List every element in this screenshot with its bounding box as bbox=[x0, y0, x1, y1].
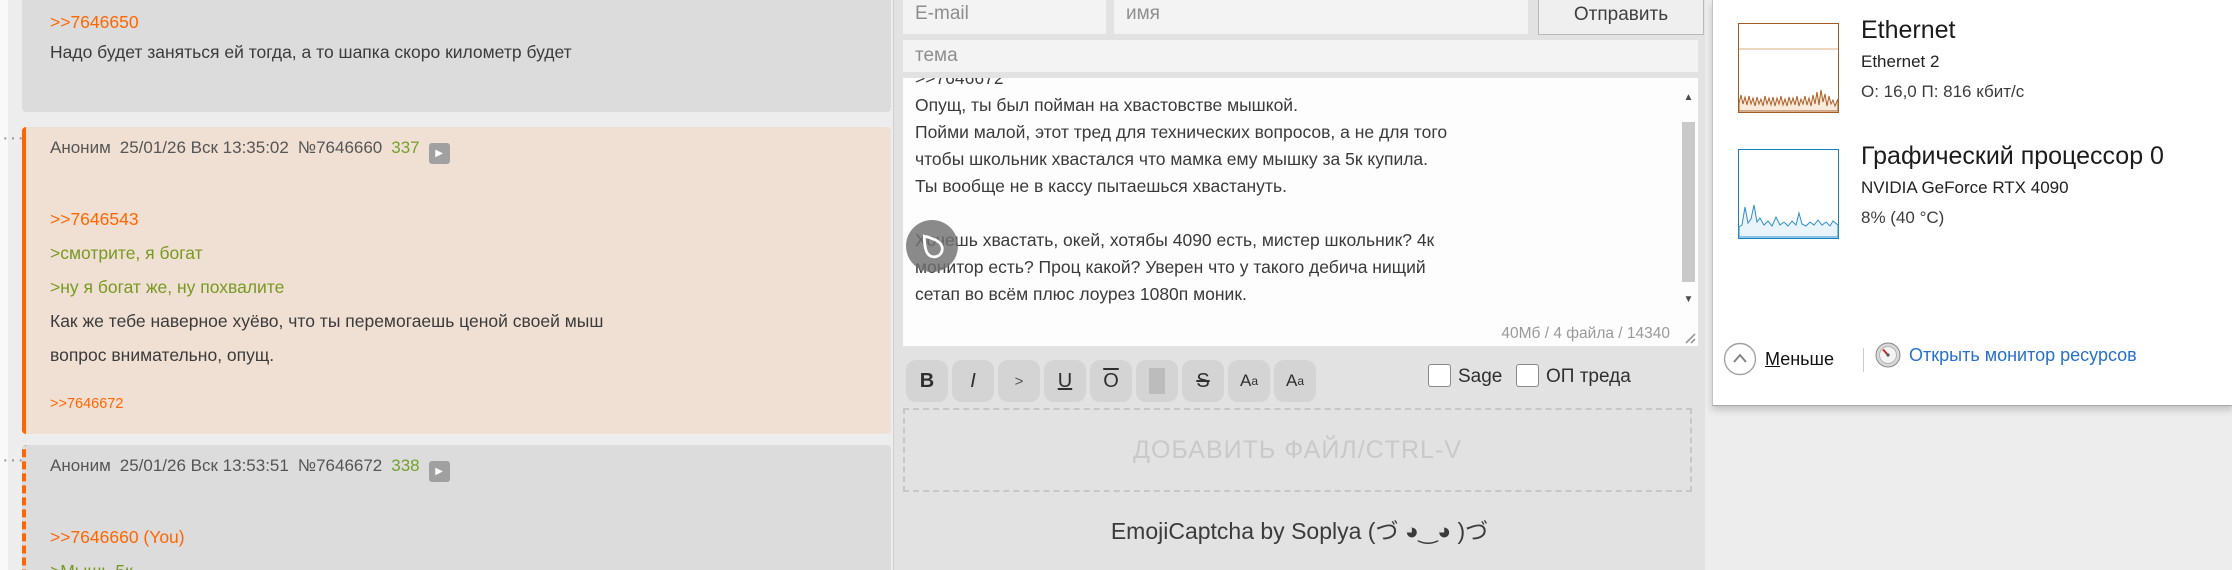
open-resource-monitor-label: Открыть монитор ресурсов bbox=[1909, 344, 2137, 365]
spoiler-block-icon bbox=[1149, 368, 1165, 394]
scrollbar-thumb[interactable] bbox=[1682, 122, 1695, 282]
scroll-up-icon[interactable]: ▲ bbox=[1679, 90, 1698, 106]
op-checkbox[interactable] bbox=[1516, 364, 1539, 387]
quote-button[interactable]: > bbox=[998, 360, 1040, 402]
subject-field[interactable] bbox=[903, 40, 1698, 72]
post-hide-handle-icon[interactable]: ···· bbox=[2, 450, 32, 470]
post-datetime: 25/01/26 Вск 13:53:51 bbox=[119, 456, 289, 475]
less-details-button[interactable]: Меньше bbox=[1723, 342, 1834, 376]
post-author: Аноним bbox=[50, 138, 111, 157]
post-quote-text: >смотрите, я богат bbox=[50, 243, 203, 263]
less-details-label: Меньше bbox=[1765, 348, 1834, 369]
add-file-label: ДОБАВИТЬ ФАЙЛ/CTRL-V bbox=[1133, 435, 1462, 464]
post-header: Аноним 25/01/26 Вск 13:53:51 №7646672 338 ▶ bbox=[50, 456, 891, 482]
strikethrough-button[interactable]: S bbox=[1182, 360, 1224, 402]
resize-handle-icon[interactable] bbox=[1680, 328, 1696, 344]
comment-textarea[interactable]: >>7646672 Опущ, ты был пойман на хвастов… bbox=[903, 78, 1698, 346]
post-body: >>7646543 >смотрите, я богат >ну я богат… bbox=[50, 202, 891, 412]
post-ordinal: 337 bbox=[391, 138, 420, 157]
scroll-down-icon[interactable]: ▼ bbox=[1679, 292, 1698, 308]
post-body: >>7646660 (You) >Мышь 5к bbox=[50, 520, 891, 570]
gpu-title: Графический процессор 0 bbox=[1861, 142, 2164, 170]
comment-text: >>7646672 Опущ, ты был пойман на хвастов… bbox=[915, 78, 1448, 304]
post-number[interactable]: №7646672 bbox=[298, 456, 382, 475]
gpu-stats: 8% (40 °C) bbox=[1861, 208, 1945, 227]
ethernet-graph bbox=[1738, 23, 1839, 113]
post-body-text: Как же тебе наверное хуёво, что ты перем… bbox=[50, 311, 604, 331]
post-body-text: Надо будет заняться ей тогда, а то шапка… bbox=[50, 42, 572, 62]
quick-reply-form: Отправить >>7646672 Опущ, ты был пойман … bbox=[893, 0, 1705, 570]
ethernet-title: Ethernet bbox=[1861, 16, 1956, 44]
subscript-button[interactable]: Aa bbox=[1274, 360, 1316, 402]
post-7646672: Аноним 25/01/26 Вск 13:53:51 №7646672 338 ▶ … bbox=[22, 445, 891, 570]
spoiler-button[interactable] bbox=[1136, 360, 1178, 402]
sage-checkbox[interactable] bbox=[1428, 364, 1451, 387]
gpu-subtitle: NVIDIA GeForce RTX 4090 bbox=[1861, 178, 2069, 197]
post-body-text: вопрос внимательно, опущ. bbox=[50, 345, 275, 365]
post-header: Аноним 25/01/26 Вск 13:35:02 №7646660 337 ▶ bbox=[50, 138, 891, 164]
bold-button[interactable]: B bbox=[906, 360, 948, 402]
file-limits-counter: 40Мб / 4 файла / 14340 bbox=[1501, 325, 1670, 342]
superscript-button[interactable]: Aa bbox=[1228, 360, 1270, 402]
post-ordinal: 338 bbox=[391, 456, 420, 475]
post-expand-icon[interactable]: ▶ bbox=[428, 461, 450, 482]
screen: >>7646650 Надо будет заняться ей тогда, … bbox=[0, 0, 2232, 570]
ethernet-subtitle: Ethernet 2 bbox=[1861, 52, 1940, 71]
add-file-dropzone[interactable]: ДОБАВИТЬ ФАЙЛ/CTRL-V bbox=[903, 408, 1692, 492]
op-label: ОП треда bbox=[1546, 366, 1631, 387]
soplya-drop-icon[interactable] bbox=[906, 220, 958, 272]
post-reply-link[interactable]: >>7646650 bbox=[50, 12, 139, 33]
post-hide-handle-icon[interactable]: ···· bbox=[2, 128, 32, 148]
post-7646660: Аноним 25/01/26 Вск 13:35:02 №7646660 337 ▶ … bbox=[22, 127, 891, 434]
post-datetime: 25/01/26 Вск 13:35:02 bbox=[119, 138, 289, 157]
post-number[interactable]: №7646660 bbox=[298, 138, 382, 157]
task-manager-footer: Меньше Открыть монитор ресурсов bbox=[1713, 340, 2232, 384]
post-quote-text: >ну я богат же, ну похвалите bbox=[50, 277, 285, 297]
chevron-up-circle-icon bbox=[1723, 342, 1757, 376]
sage-label: Sage bbox=[1458, 366, 1503, 387]
resource-monitor-gauge-icon bbox=[1875, 342, 1901, 368]
italic-button[interactable]: I bbox=[952, 360, 994, 402]
page-left-margin bbox=[0, 0, 8, 570]
post-reply-link[interactable]: >>7646543 bbox=[50, 202, 139, 236]
emoji-captcha-label: EmojiCaptcha by Soplya (づ ◕‿◕ )づ bbox=[1110, 518, 1489, 544]
post-quote-text: >Мышь 5к bbox=[50, 554, 891, 570]
ethernet-stats: О: 16,0 П: 816 кбит/с bbox=[1861, 82, 2025, 101]
post-7646650-reply: >>7646650 Надо будет заняться ей тогда, … bbox=[22, 0, 891, 112]
task-manager-panel: Ethernet Ethernet 2 О: 16,0 П: 816 кбит/… bbox=[1712, 0, 2232, 406]
post-author: Аноним bbox=[50, 456, 111, 475]
textarea-scrollbar[interactable]: ▲ ▼ bbox=[1679, 78, 1698, 312]
email-field[interactable] bbox=[903, 0, 1106, 34]
post-replies-link[interactable]: >>7646672 bbox=[50, 396, 123, 412]
open-resource-monitor-link[interactable]: Открыть монитор ресурсов bbox=[1875, 342, 2137, 368]
post-expand-icon[interactable]: ▶ bbox=[428, 143, 450, 164]
post-reply-link[interactable]: >>7646660 (You) bbox=[50, 520, 185, 554]
submit-button[interactable]: Отправить bbox=[1538, 0, 1704, 35]
underline-button[interactable]: U bbox=[1044, 360, 1086, 402]
overline-button[interactable]: O bbox=[1090, 360, 1132, 402]
footer-divider bbox=[1863, 348, 1864, 372]
gpu-graph bbox=[1738, 149, 1839, 239]
name-field[interactable] bbox=[1114, 0, 1528, 34]
